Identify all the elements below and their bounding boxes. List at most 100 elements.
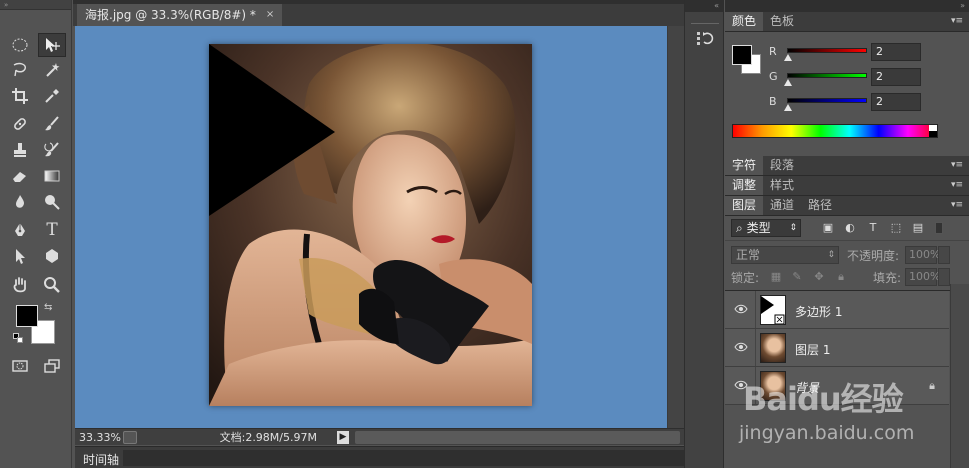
adjustments-panel-menu-icon[interactable]: ▾≡ <box>951 180 963 190</box>
blue-value-field[interactable]: 2 <box>871 93 921 111</box>
blur-tool-icon[interactable] <box>6 190 34 214</box>
fill-label: 填充: <box>873 271 902 285</box>
canvas-vertical-scrollbar[interactable] <box>667 26 684 428</box>
zoom-tool-icon[interactable] <box>38 273 66 297</box>
close-tab-icon[interactable]: × <box>266 4 274 26</box>
panel-foreground-swatch[interactable] <box>732 45 752 65</box>
move-tool-icon[interactable] <box>38 33 66 57</box>
dodge-tool-icon[interactable] <box>38 190 66 214</box>
layers-panel-tabs: 图层 通道 路径 ▾≡ <box>725 196 969 216</box>
healing-brush-tool-icon[interactable] <box>6 112 34 136</box>
select-arrows-icon: ⇕ <box>789 223 797 233</box>
tab-paragraph[interactable]: 段落 <box>763 156 801 175</box>
adjustments-panel-tabs: 调整 样式 ▾≡ <box>725 176 969 196</box>
document-size-info: 文档:2.98M/5.97M <box>219 431 317 444</box>
fill-dropdown-button[interactable] <box>938 268 950 286</box>
type-filter-icon[interactable]: T <box>867 222 879 234</box>
layer-options: 正常 ⇕ 不透明度: 100% 锁定: ▦ ✎ ✥ 🔒︎ 填充: 100% <box>725 240 969 290</box>
blend-mode-value: 正常 <box>736 248 761 262</box>
tab-styles[interactable]: 样式 <box>763 176 801 195</box>
clone-stamp-tool-icon[interactable] <box>6 138 34 162</box>
visibility-eye-icon[interactable] <box>734 304 748 314</box>
poster-image[interactable] <box>209 44 532 406</box>
brush-tool-icon[interactable] <box>38 112 66 136</box>
blue-slider-row: B 2 <box>769 93 959 115</box>
strip-collapse-icon[interactable]: « <box>685 0 723 12</box>
tab-character[interactable]: 字符 <box>725 156 764 175</box>
tab-channels[interactable]: 通道 <box>763 196 801 215</box>
tab-paths[interactable]: 路径 <box>801 196 839 215</box>
tab-color[interactable]: 颜色 <box>725 12 764 31</box>
screen-mode-icon[interactable] <box>38 354 66 378</box>
strip-divider <box>691 23 719 24</box>
blue-slider-handle[interactable] <box>784 104 792 111</box>
foreground-color-swatch[interactable] <box>16 305 38 327</box>
adjustment-filter-icon[interactable]: ◐ <box>844 222 856 234</box>
filter-toggle[interactable] <box>935 222 943 234</box>
layer-lock-icon: 🔒︎ <box>929 379 935 392</box>
tab-layers[interactable]: 图层 <box>725 196 764 215</box>
visibility-eye-icon[interactable] <box>734 342 748 352</box>
fill-field[interactable]: 100% <box>905 268 940 286</box>
crop-tool-icon[interactable] <box>6 84 34 108</box>
status-menu-arrow-icon[interactable]: ▶ <box>337 430 349 444</box>
tab-swatches[interactable]: 色板 <box>763 12 801 31</box>
color-panel-menu-icon[interactable]: ▾≡ <box>951 16 963 26</box>
lock-position-icon[interactable]: ✥ <box>813 271 825 283</box>
type-tool-icon[interactable]: T <box>38 218 66 242</box>
marquee-tool-icon[interactable] <box>6 33 34 57</box>
red-slider-handle[interactable] <box>784 54 792 61</box>
lasso-tool-icon[interactable] <box>6 58 34 82</box>
red-slider-track[interactable] <box>787 48 867 53</box>
select-arrows-icon: ⇕ <box>827 250 835 260</box>
tab-adjustments[interactable]: 调整 <box>725 176 764 195</box>
canvas-horizontal-scrollbar[interactable] <box>355 430 680 444</box>
shape-filter-icon[interactable]: ⬚ <box>890 222 902 234</box>
document-tab[interactable]: 海报.jpg @ 33.3%(RGB/8#) * × <box>77 4 283 26</box>
layer-row-layer1[interactable]: 图层 1 <box>725 329 949 367</box>
toolbox-grip[interactable]: » <box>0 0 71 10</box>
blue-slider-track[interactable] <box>787 98 867 103</box>
default-colors-icon[interactable] <box>13 333 23 343</box>
path-selection-tool-icon[interactable] <box>6 244 34 268</box>
lock-pixels-icon[interactable]: ✎ <box>791 271 803 283</box>
layer-row-background[interactable]: 背景 🔒︎ <box>725 367 949 405</box>
timeline-label[interactable]: 时间轴 <box>83 451 119 468</box>
eyedropper-tool-icon[interactable] <box>38 84 66 108</box>
right-dock-collapse-icon[interactable]: » <box>725 0 969 12</box>
status-share-icon[interactable] <box>123 430 137 444</box>
status-bar: 33.33% 文档:2.98M/5.97M ▶ <box>75 428 684 445</box>
history-panel-icon[interactable] <box>694 28 716 48</box>
layers-scrollbar[interactable] <box>950 284 969 468</box>
zoom-level[interactable]: 33.33% <box>75 431 123 444</box>
visibility-eye-icon[interactable] <box>734 380 748 390</box>
pixel-filter-icon[interactable]: ▣ <box>822 222 834 234</box>
layer-row-polygon[interactable]: 多边形 1 <box>725 291 949 329</box>
blend-mode-select[interactable]: 正常 ⇕ <box>731 246 839 264</box>
canvas-area[interactable] <box>75 26 667 428</box>
lock-all-icon[interactable]: 🔒︎ <box>835 271 847 283</box>
red-value-field[interactable]: 2 <box>871 43 921 61</box>
green-value-field[interactable]: 2 <box>871 68 921 86</box>
quick-mask-icon[interactable] <box>6 354 34 378</box>
hand-tool-icon[interactable] <box>6 273 34 297</box>
green-slider-track[interactable] <box>787 73 867 78</box>
polygon-tool-icon[interactable] <box>38 244 66 268</box>
pen-tool-icon[interactable] <box>6 218 34 242</box>
poster-photo <box>209 44 532 406</box>
color-spectrum-bar[interactable] <box>732 124 938 138</box>
eraser-tool-icon[interactable] <box>6 164 34 188</box>
lock-transparency-icon[interactable]: ▦ <box>770 271 782 283</box>
opacity-dropdown-button[interactable] <box>938 246 950 264</box>
character-panel-menu-icon[interactable]: ▾≡ <box>951 160 963 170</box>
swap-colors-icon[interactable]: ⇆ <box>44 302 52 313</box>
opacity-field[interactable]: 100% <box>905 246 940 264</box>
history-brush-tool-icon[interactable] <box>38 138 66 162</box>
layer-kind-select[interactable]: ⌕ 类型 ⇕ <box>731 219 801 237</box>
smart-object-filter-icon[interactable]: ▤ <box>912 222 924 234</box>
layer-divider <box>755 329 756 366</box>
gradient-tool-icon[interactable] <box>38 164 66 188</box>
magic-wand-tool-icon[interactable] <box>38 58 66 82</box>
green-slider-handle[interactable] <box>784 79 792 86</box>
layers-panel-menu-icon[interactable]: ▾≡ <box>951 200 963 210</box>
